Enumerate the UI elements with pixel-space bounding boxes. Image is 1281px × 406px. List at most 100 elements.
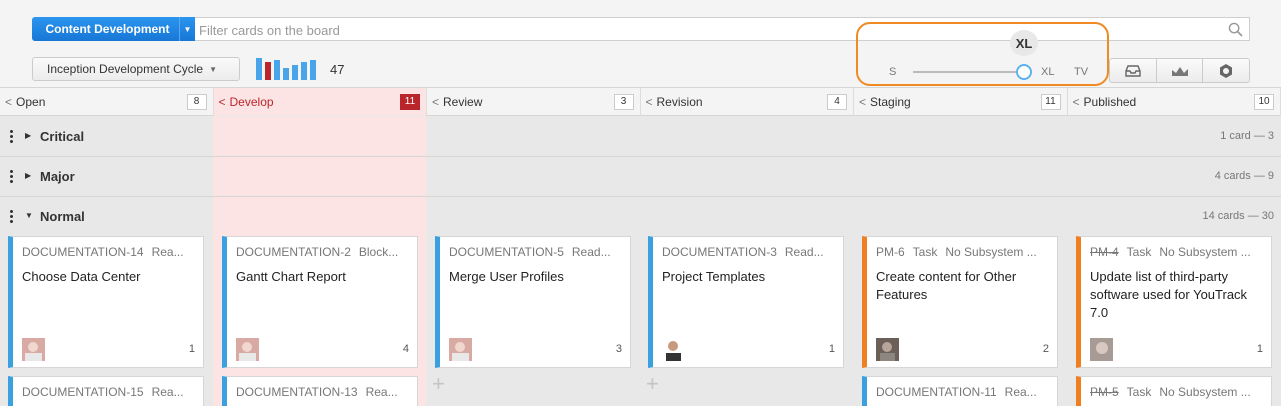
board-mini-chart[interactable] — [256, 58, 318, 80]
card-meta: DOCUMENTATION-15 Rea... — [22, 385, 202, 399]
project-selector-button[interactable]: Content Development ▼ — [32, 17, 195, 41]
expand-right-icon[interactable]: ▶ — [25, 131, 31, 140]
card-id[interactable]: PM-4 — [1090, 245, 1119, 259]
column-header-revision[interactable]: < Revision 4 — [641, 88, 854, 116]
swimlane-name: Critical — [40, 129, 85, 144]
card-meta: DOCUMENTATION-13 Rea... — [236, 385, 416, 399]
card-meta: DOCUMENTATION-3 Read... — [662, 245, 842, 259]
card[interactable]: PM-5 Task No Subsystem ... — [1076, 376, 1272, 406]
column-header-staging[interactable]: < Staging 11 — [854, 88, 1068, 116]
column-count: 8 — [186, 94, 207, 110]
add-card-icon[interactable]: + — [646, 371, 659, 397]
zoom-label-tv[interactable]: TV — [1074, 66, 1088, 78]
card-type: Rea... — [365, 385, 398, 399]
card-summary[interactable]: Create content for Other Features — [876, 268, 1052, 304]
card-summary[interactable]: Choose Data Center — [22, 268, 198, 286]
swimlane-major[interactable]: ▶ Major 4 cards — 9 — [0, 157, 1281, 197]
card[interactable]: DOCUMENTATION-5 Read... Merge User Profil… — [435, 236, 631, 368]
column-header-develop[interactable]: < Develop 11 — [213, 88, 427, 116]
collapse-left-icon[interactable]: < — [859, 95, 866, 109]
card-id[interactable]: DOCUMENTATION-15 — [22, 385, 144, 399]
card-id[interactable]: DOCUMENTATION-2 — [236, 245, 351, 259]
expand-right-icon[interactable]: ▶ — [25, 171, 31, 180]
swimlane-name: Normal — [40, 209, 85, 224]
avatar[interactable] — [22, 338, 45, 361]
card-type: Rea... — [151, 385, 184, 399]
mini-chart-bar — [310, 60, 316, 80]
column-header-review[interactable]: < Review 3 — [427, 88, 641, 116]
card-type: Task — [1126, 245, 1152, 259]
card[interactable]: DOCUMENTATION-13 Rea... — [222, 376, 418, 406]
card-summary[interactable]: Update list of third-party software used… — [1090, 268, 1266, 322]
card[interactable]: DOCUMENTATION-2 Block... Gantt Chart Repo… — [222, 236, 418, 368]
card-id[interactable]: DOCUMENTATION-11 — [876, 385, 997, 399]
card-type: Read... — [784, 245, 824, 259]
card-type: Task — [912, 245, 938, 259]
card[interactable]: PM-4 Task No Subsystem ... Update list of … — [1076, 236, 1272, 368]
card[interactable]: DOCUMENTATION-11 Rea... — [862, 376, 1058, 406]
zoom-label-xl[interactable]: XL — [1041, 66, 1054, 78]
avatar[interactable] — [236, 338, 259, 361]
zoom-slider-handle[interactable] — [1016, 64, 1032, 80]
avatar[interactable] — [876, 338, 899, 361]
chevron-down-icon[interactable]: ▼ — [179, 17, 195, 41]
inbox-button[interactable] — [1110, 59, 1157, 82]
card-summary[interactable]: Gantt Chart Report — [236, 268, 412, 286]
card-estimate: 1 — [188, 343, 195, 355]
card-estimate: 3 — [615, 343, 622, 355]
collapse-left-icon[interactable]: < — [219, 95, 226, 109]
card-id[interactable]: DOCUMENTATION-13 — [236, 385, 358, 399]
card[interactable]: DOCUMENTATION-3 Read... Project Templates… — [648, 236, 844, 368]
column-name: Staging — [870, 95, 911, 109]
swimlane-normal[interactable]: ▼ Normal 14 cards — 30 — [0, 197, 1281, 237]
card-summary[interactable]: Project Templates — [662, 268, 838, 286]
chart-button[interactable] — [1157, 59, 1204, 82]
gear-icon — [1220, 63, 1233, 78]
drag-handle-icon[interactable] — [10, 210, 14, 225]
search-icon[interactable] — [1228, 22, 1243, 37]
swimlane-summary: 4 cards — 9 — [1214, 170, 1274, 182]
avatar[interactable] — [1090, 338, 1113, 361]
card-id[interactable]: PM-5 — [1090, 385, 1119, 399]
collapse-left-icon[interactable]: < — [5, 95, 12, 109]
drag-handle-icon[interactable] — [10, 130, 14, 145]
card-count: 47 — [330, 62, 345, 77]
mini-chart-bar — [256, 58, 262, 80]
card-id[interactable]: DOCUMENTATION-5 — [449, 245, 564, 259]
card-id[interactable]: PM-6 — [876, 245, 905, 259]
card[interactable]: PM-6 Task No Subsystem ... Create content … — [862, 236, 1058, 368]
avatar[interactable] — [449, 338, 472, 361]
mini-chart-bar — [292, 65, 298, 80]
settings-button[interactable] — [1203, 59, 1249, 82]
add-card-icon[interactable]: + — [432, 371, 445, 397]
collapse-left-icon[interactable]: < — [432, 95, 439, 109]
card-id[interactable]: DOCUMENTATION-14 — [22, 245, 144, 259]
column-name: Revision — [656, 95, 703, 109]
zoom-current-label: XL — [1010, 30, 1038, 56]
card-subsystem: No Subsystem ... — [945, 245, 1037, 259]
column-name: Review — [443, 95, 483, 109]
card-estimate: 1 — [828, 343, 835, 355]
sprint-selector-label: Inception Development Cycle — [47, 62, 204, 76]
mini-chart-bar — [274, 60, 280, 80]
column-header-open[interactable]: < Open 8 — [0, 88, 214, 116]
collapse-down-icon[interactable]: ▼ — [25, 211, 33, 220]
collapse-left-icon[interactable]: < — [1073, 95, 1080, 109]
sprint-selector-button[interactable]: Inception Development Cycle ▼ — [32, 57, 240, 81]
column-header-published[interactable]: < Published 10 — [1068, 88, 1281, 116]
card-summary[interactable]: Merge User Profiles — [449, 268, 625, 286]
drag-handle-icon[interactable] — [10, 170, 14, 185]
column-name: Published — [1083, 95, 1137, 109]
card-meta: PM-4 Task No Subsystem ... — [1090, 245, 1270, 259]
card-id[interactable]: DOCUMENTATION-3 — [662, 245, 777, 259]
zoom-slider-track[interactable] — [913, 71, 1025, 73]
card-meta: DOCUMENTATION-2 Block... — [236, 245, 416, 259]
swimlane-critical[interactable]: ▶ Critical 1 card — 3 — [0, 117, 1281, 157]
collapse-left-icon[interactable]: < — [646, 95, 653, 109]
zoom-label-s[interactable]: S — [889, 66, 896, 78]
card[interactable]: DOCUMENTATION-15 Rea... — [8, 376, 204, 406]
column-name: Develop — [229, 95, 274, 109]
avatar[interactable] — [662, 338, 685, 361]
card-type: Rea... — [151, 245, 184, 259]
card[interactable]: DOCUMENTATION-14 Rea... Choose Data Cente… — [8, 236, 204, 368]
